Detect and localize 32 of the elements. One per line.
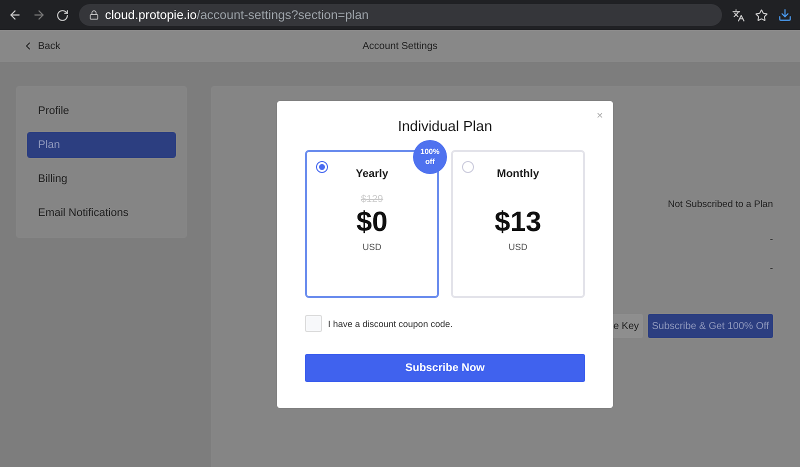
lock-icon — [89, 10, 99, 20]
sidebar-item[interactable]: Billing — [27, 166, 176, 192]
plan-name: Yearly — [356, 168, 388, 180]
currency-text: USD — [508, 242, 528, 252]
coupon-label: I have a discount coupon code. — [328, 318, 453, 328]
plan-name: Monthly — [496, 168, 540, 180]
status-text: Not Subscribed to a Plan — [668, 199, 773, 210]
back-link[interactable]: Back — [22, 40, 362, 52]
subscribe-now-button[interactable]: Subscribe Now — [305, 354, 585, 382]
download-icon[interactable] — [778, 8, 792, 22]
sidebar-item[interactable]: Profile — [27, 98, 176, 124]
plan-price: $13 — [494, 206, 542, 238]
currency-text: USD — [362, 242, 382, 252]
radio-button[interactable] — [316, 161, 328, 173]
subscribe-button[interactable]: Subscribe & Get 100% Off — [648, 314, 773, 338]
value-text: - — [770, 263, 773, 274]
reload-icon[interactable] — [56, 8, 69, 22]
value-text: - — [770, 234, 773, 245]
url-text: cloud.protopie.io/account-settings?section=plan — [105, 8, 369, 22]
address-bar[interactable]: cloud.protopie.io/account-settings?section=plan — [79, 4, 722, 26]
sidebar-item[interactable]: Plan — [27, 132, 176, 158]
plan-price: $0 — [356, 206, 388, 238]
back-icon[interactable] — [8, 8, 22, 22]
page-title: Account Settings — [362, 40, 438, 52]
dialog-title: Individual Plan — [398, 119, 492, 135]
sidebar-item[interactable]: Email Notifications — [27, 200, 176, 226]
close-button[interactable]: × — [596, 110, 603, 122]
forward-icon[interactable] — [32, 8, 46, 22]
coupon-checkbox[interactable] — [305, 315, 322, 332]
star-icon[interactable] — [755, 8, 768, 22]
plan-card[interactable]: Monthly $13 USD — [451, 150, 585, 298]
translate-icon[interactable] — [732, 8, 745, 22]
